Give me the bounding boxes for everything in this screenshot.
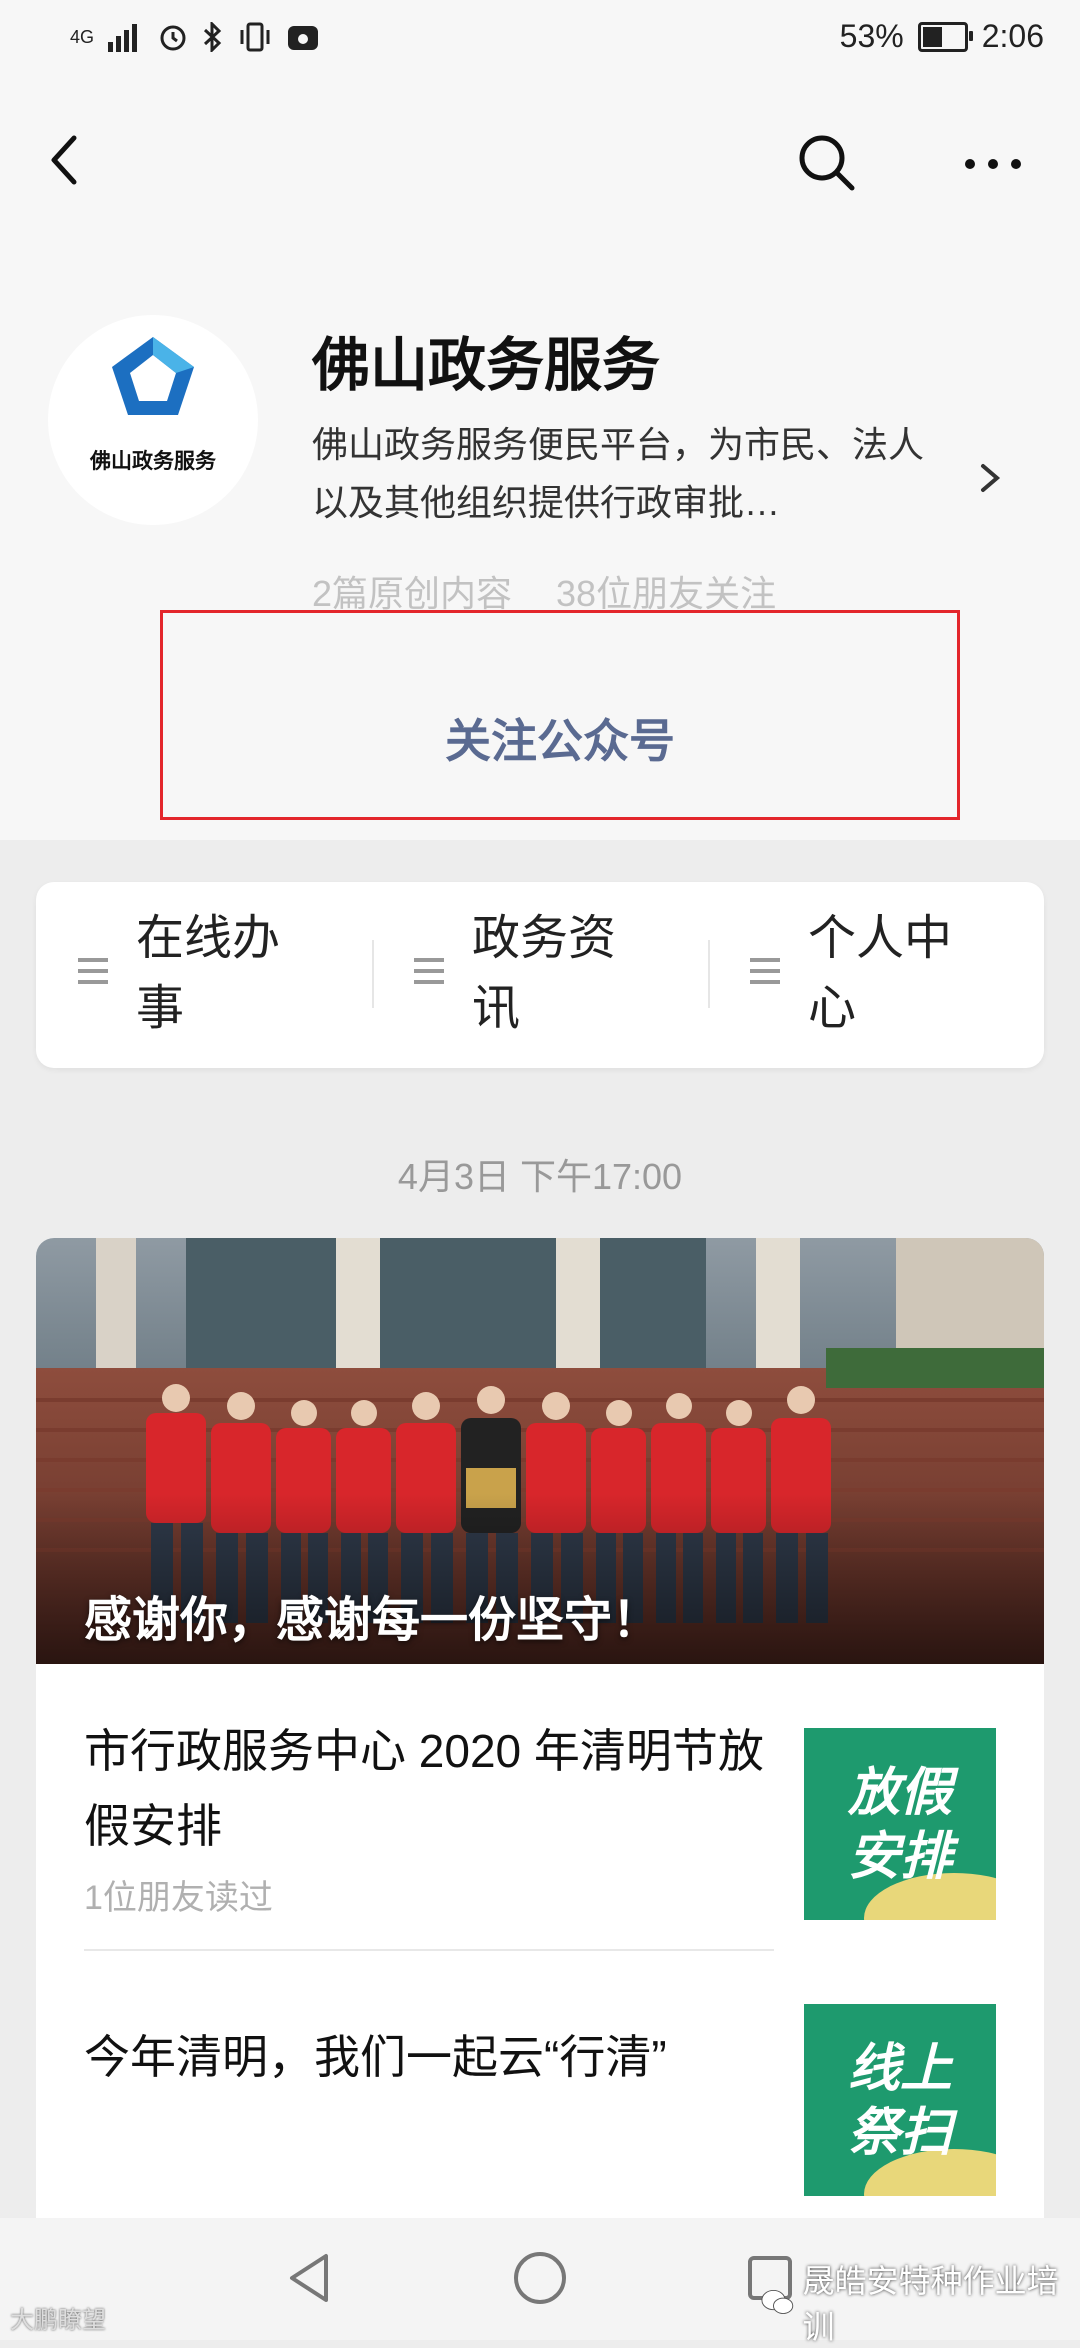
watermark-left: 大鹏瞭望 [10, 2307, 106, 2334]
logo-caption: 佛山政务服务 [90, 448, 216, 473]
menu-item-label: 政务资讯 [472, 912, 617, 1035]
menu-item-label: 个人中心 [808, 912, 953, 1035]
back-icon[interactable] [36, 128, 100, 192]
article-title: 今年清明，我们一起云“行清” [84, 2031, 667, 2083]
signal-icon [108, 24, 138, 52]
vibrate-icon [240, 22, 270, 52]
thumb-text-line1: 放假 [847, 1763, 959, 1823]
network-label: 4G [70, 27, 95, 47]
search-icon[interactable] [792, 128, 862, 198]
hero-caption: 感谢你，感谢每一份坚守！ [84, 1594, 661, 1647]
nav-back-icon[interactable] [280, 2248, 340, 2308]
chevron-right-icon[interactable] [975, 458, 1005, 498]
article-card: 感谢你，感谢每一份坚守！ 市行政服务中心 2020 年清明节放假安排 1位朋友读… [36, 1238, 1044, 2238]
alarm-icon [160, 25, 186, 51]
menu-item-label: 在线办事 [136, 912, 281, 1035]
follow-button[interactable]: 关注公众号 [160, 610, 960, 820]
watermark-text: 晟皓安特种作业培训 [802, 2263, 1059, 2345]
more-icon[interactable] [958, 134, 1028, 194]
menu-item-online-service[interactable]: 在线办事 [36, 882, 372, 1068]
battery-fill [922, 26, 942, 47]
nav-bar [0, 110, 1080, 210]
thumbnail-graphic: 线上 祭扫 [804, 2004, 996, 2196]
app-notification-icon [288, 26, 319, 50]
wechat-icon [761, 2289, 794, 2315]
follow-button-label: 关注公众号 [445, 715, 675, 767]
article-thumbnail[interactable]: 放假 安排 [804, 1728, 996, 1920]
account-header: 4G 53% 2:06 佛山政务服务 佛山政务服务 佛山政务服务便民平台，为市民… [0, 0, 1080, 840]
watermark: 晟皓安特种作业培训 [760, 2256, 1080, 2348]
clock: 2:06 [981, 18, 1044, 54]
article-title: 市行政服务中心 2020 年清明节放假安排 [84, 1725, 764, 1852]
pentagon-logo-icon [112, 337, 194, 415]
article-item[interactable]: 市行政服务中心 2020 年清明节放假安排 1位朋友读过 [84, 1714, 784, 1919]
thumb-text-line1: 线上 [848, 2039, 954, 2099]
account-description[interactable]: 佛山政务服务便民平台，为市民、法人以及其他组织提供行政审批… [312, 416, 952, 532]
bluetooth-icon [203, 22, 222, 52]
nav-home-icon[interactable] [510, 2248, 570, 2308]
battery-percent: 53% [839, 18, 904, 54]
feed-timestamp: 4月3日 下午17:00 [397, 1156, 683, 1197]
article-meta: 1位朋友读过 [84, 1879, 273, 1917]
thumb-text-line2: 安排 [848, 1827, 960, 1887]
menu-item-news[interactable]: 政务资讯 [372, 882, 708, 1068]
status-bar: 4G 53% 2:06 [0, 0, 1080, 90]
hero-article[interactable]: 感谢你，感谢每一份坚守！ [36, 1238, 1044, 1664]
article-divider [84, 1949, 774, 1951]
menu-item-personal-center[interactable]: 个人中心 [708, 882, 1044, 1068]
thumb-text-line2: 祭扫 [848, 2103, 958, 2163]
menu-icon [750, 958, 780, 984]
account-name: 佛山政务服务 [312, 333, 661, 398]
menu-icon [414, 958, 444, 984]
menu-icon [78, 958, 108, 984]
battery-icon [917, 21, 973, 52]
account-menu: 在线办事 政务资讯 个人中心 [36, 882, 1044, 1068]
article-item[interactable]: 今年清明，我们一起云“行清” [84, 2020, 784, 2095]
thumbnail-graphic: 放假 安排 [804, 1728, 996, 1920]
account-avatar[interactable]: 佛山政务服务 [48, 315, 258, 525]
article-thumbnail[interactable]: 线上 祭扫 [804, 2004, 996, 2196]
